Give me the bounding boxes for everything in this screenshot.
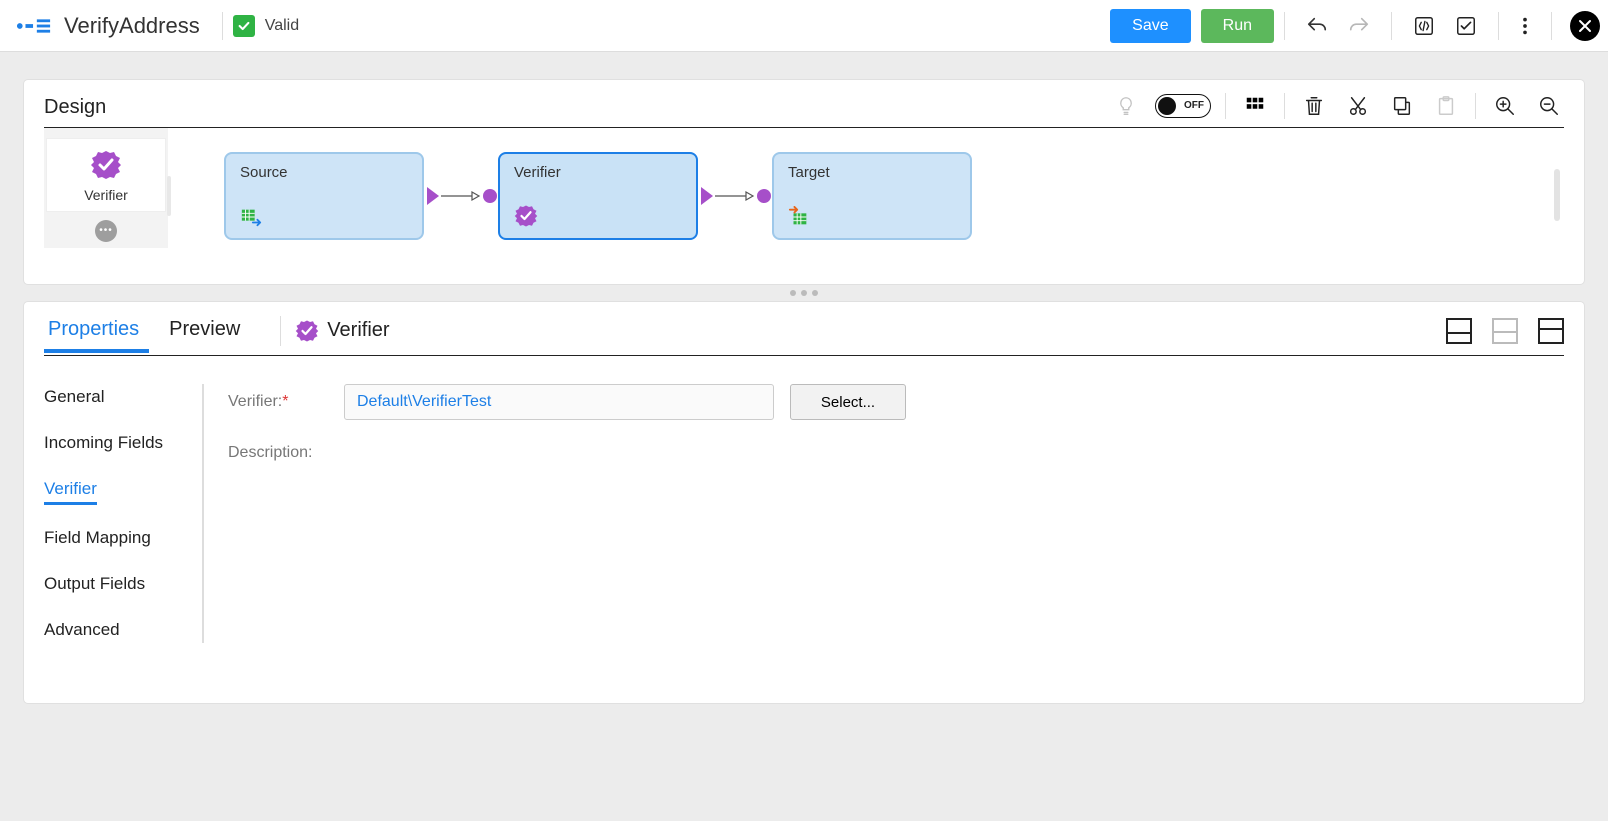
design-title: Design xyxy=(44,90,106,121)
connector xyxy=(698,152,772,240)
sidenav-advanced[interactable]: Advanced xyxy=(44,617,196,643)
zoom-out-icon[interactable] xyxy=(1534,91,1564,121)
verifier-seal-icon xyxy=(295,319,319,343)
palette-item-verifier[interactable]: Verifier xyxy=(46,138,166,212)
kebab-menu-icon[interactable] xyxy=(1509,10,1541,42)
node-title: Verifier xyxy=(514,164,682,181)
properties-context: Verifier xyxy=(295,319,389,343)
select-verifier-button[interactable]: Select... xyxy=(790,384,906,420)
zoom-in-icon[interactable] xyxy=(1490,91,1520,121)
canvas-scrollbar[interactable] xyxy=(1554,169,1560,221)
cut-icon[interactable] xyxy=(1343,91,1373,121)
node-verifier[interactable]: Verifier xyxy=(498,152,698,240)
layout-top-icon[interactable] xyxy=(1538,318,1564,344)
properties-sidenav: General Incoming Fields Verifier Field M… xyxy=(44,384,204,643)
tab-properties[interactable]: Properties xyxy=(44,308,149,353)
sidenav-verifier[interactable]: Verifier xyxy=(44,476,97,505)
divider xyxy=(1391,12,1392,40)
verifier-seal-icon xyxy=(514,204,538,228)
mapping-canvas[interactable]: Source xyxy=(168,128,1564,264)
verifier-field-label: Verifier:* xyxy=(228,393,328,411)
divider xyxy=(222,12,223,40)
layout-split-icon[interactable] xyxy=(1492,318,1518,344)
verifier-path-input[interactable] xyxy=(344,384,774,420)
toggle-label: OFF xyxy=(1184,100,1204,111)
validation-status: Valid xyxy=(233,15,299,37)
layout-bottom-icon[interactable] xyxy=(1446,318,1472,344)
close-button[interactable] xyxy=(1570,11,1600,41)
design-panel: Design OFF xyxy=(24,80,1584,284)
sidenav-output-fields[interactable]: Output Fields xyxy=(44,571,196,597)
verifier-seal-icon xyxy=(90,149,122,181)
delete-icon[interactable] xyxy=(1299,91,1329,121)
sidenav-general[interactable]: General xyxy=(44,384,196,410)
undo-icon[interactable] xyxy=(1301,10,1333,42)
toggle-switch[interactable]: OFF xyxy=(1155,94,1211,118)
connector xyxy=(424,152,498,240)
copy-icon[interactable] xyxy=(1387,91,1417,121)
properties-panel: Properties Preview Verifier General Inco… xyxy=(24,302,1584,703)
tab-preview[interactable]: Preview xyxy=(165,308,250,353)
context-label: Verifier xyxy=(327,319,389,342)
node-title: Target xyxy=(788,164,956,181)
paste-icon[interactable] xyxy=(1431,91,1461,121)
description-label: Description: xyxy=(228,444,1564,462)
validate-icon[interactable] xyxy=(1450,10,1482,42)
divider xyxy=(1551,12,1552,40)
target-table-icon xyxy=(788,206,810,228)
run-button[interactable]: Run xyxy=(1201,9,1274,43)
palette-more-icon[interactable]: ••• xyxy=(95,220,117,242)
redo-icon[interactable] xyxy=(1343,10,1375,42)
save-button[interactable]: Save xyxy=(1110,9,1190,43)
node-target[interactable]: Target xyxy=(772,152,972,240)
divider xyxy=(1498,12,1499,40)
hint-icon[interactable] xyxy=(1111,91,1141,121)
parameters-icon[interactable] xyxy=(1408,10,1440,42)
app-icon xyxy=(8,16,60,36)
sidenav-field-mapping[interactable]: Field Mapping xyxy=(44,525,196,551)
palette-item-label: Verifier xyxy=(84,187,128,203)
divider xyxy=(1284,12,1285,40)
check-icon xyxy=(233,15,255,37)
node-title: Source xyxy=(240,164,408,181)
source-table-icon xyxy=(240,206,262,228)
status-text: Valid xyxy=(265,17,299,35)
page-title: VerifyAddress xyxy=(60,13,212,39)
grid-icon[interactable] xyxy=(1240,91,1270,121)
panel-splitter[interactable] xyxy=(24,284,1584,302)
node-source[interactable]: Source xyxy=(224,152,424,240)
top-bar: VerifyAddress Valid Save Run xyxy=(0,0,1608,52)
sidenav-incoming-fields[interactable]: Incoming Fields xyxy=(44,430,196,456)
transformation-palette: Verifier ••• xyxy=(44,128,168,248)
